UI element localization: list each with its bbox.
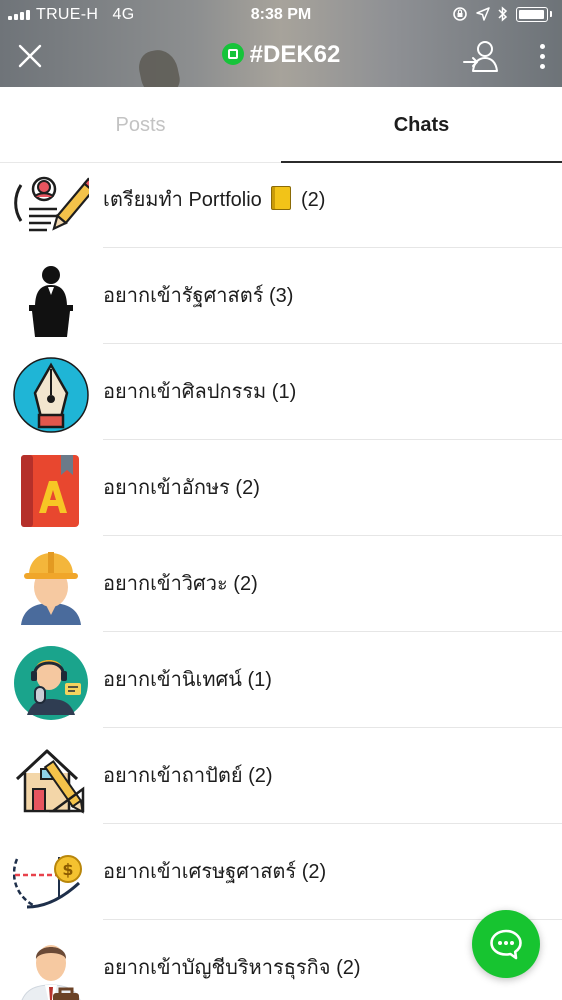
chat-name: อยากเข้าบัญชีบริหารธุรกิจ — [103, 957, 331, 979]
house-design-icon — [15, 744, 88, 814]
chat-name: อยากเข้านิเทศน์ — [103, 669, 242, 691]
list-item-portfolio[interactable]: เตรียมทำ Portfolio (2) — [0, 162, 562, 248]
tab-bar: Posts Chats — [0, 87, 562, 163]
member-count: (2) — [233, 573, 258, 595]
tab-chats[interactable]: Chats — [281, 87, 562, 163]
list-item-arts[interactable]: อยากเข้าอักษร (2) — [0, 440, 562, 536]
orientation-lock-icon — [453, 7, 467, 21]
member-button[interactable] — [462, 38, 500, 74]
member-count: (2) — [300, 189, 326, 211]
chat-name: อยากเข้าเศรษฐศาสตร์ — [103, 861, 297, 883]
list-item-communication-arts[interactable]: อยากเข้านิเทศน์ (1) — [0, 632, 562, 728]
avatar — [13, 357, 89, 433]
member-count: (2) — [336, 957, 361, 979]
chat-title: อยากเข้ารัฐศาสตร์ (3) — [103, 248, 293, 344]
chat-name: อยากเข้าศิลปกรรม — [103, 381, 267, 403]
openchat-badge-icon — [221, 43, 244, 65]
group-header: TRUE-H 4G 8:38 PM #DEK62 — [0, 0, 562, 87]
chat-title: อยากเข้านิเทศน์ (1) — [103, 632, 272, 728]
chat-title: อยากเข้าศิลปกรรม (1) — [103, 344, 296, 440]
chat-title: อยากเข้าวิศวะ (2) — [103, 536, 258, 632]
notebook-icon — [271, 186, 292, 210]
member-count: (2) — [235, 477, 260, 499]
svg-text:$: $ — [62, 860, 73, 879]
member-icon — [463, 41, 498, 72]
avatar — [13, 933, 89, 1000]
chat-bubble-icon — [490, 929, 522, 960]
avatar — [13, 261, 89, 337]
chat-title: อยากเข้าถาปัตย์ (2) — [103, 728, 273, 824]
member-count: (1) — [247, 669, 272, 691]
avatar — [13, 165, 89, 241]
member-count: (1) — [271, 381, 297, 403]
status-bar: TRUE-H 4G 8:38 PM — [0, 4, 562, 26]
new-chat-button[interactable] — [472, 910, 540, 978]
group-title: #DEK62 — [249, 41, 341, 68]
list-item-architecture[interactable]: อยากเข้าถาปัตย์ (2) — [0, 728, 562, 824]
location-arrow-icon — [476, 7, 490, 21]
chat-name: อยากเข้าถาปัตย์ — [103, 765, 243, 787]
avatar: $ — [13, 837, 89, 913]
engineer-helmet-icon — [21, 552, 81, 625]
battery-tip — [550, 11, 552, 17]
broadcaster-microphone-icon — [14, 646, 88, 720]
avatar — [13, 549, 89, 625]
more-dot — [539, 53, 545, 59]
chat-title: อยากเข้าอักษร (2) — [103, 440, 260, 536]
chat-title: เตรียมทำ Portfolio (2) — [103, 162, 325, 248]
chat-title: อยากเข้าเศรษฐศาสตร์ (2) — [103, 824, 326, 920]
bluetooth-icon — [498, 6, 508, 22]
chat-name: อยากเข้ารัฐศาสตร์ — [103, 285, 264, 307]
list-item-political-science[interactable]: อยากเข้ารัฐศาสตร์ (3) — [0, 248, 562, 344]
battery-icon — [516, 6, 548, 22]
chat-list: เตรียมทำ Portfolio (2) อยากเข้ารัฐศาสตร์… — [0, 162, 562, 1000]
businessman-briefcase-icon — [21, 945, 81, 1000]
avatar — [13, 741, 89, 817]
pen-nib-icon — [13, 357, 89, 433]
member-count: (2) — [301, 861, 327, 883]
chat-name: เตรียมทำ Portfolio — [103, 189, 262, 211]
more-vertical-icon — [539, 43, 545, 49]
podium-speaker-icon — [29, 266, 73, 337]
more-options-button[interactable] — [530, 40, 554, 72]
book-letter-a-icon — [21, 455, 79, 527]
economics-coin-icon: $ — [13, 855, 82, 909]
chat-title: อยากเข้าบัญชีบริหารธุรกิจ (2) — [103, 920, 361, 1000]
list-item-fine-arts[interactable]: อยากเข้าศิลปกรรม (1) — [0, 344, 562, 440]
more-dot — [539, 63, 545, 69]
tab-posts[interactable]: Posts — [0, 87, 281, 162]
member-count: (2) — [248, 765, 273, 787]
avatar — [13, 453, 89, 529]
status-icons — [452, 6, 552, 22]
list-item-economics[interactable]: $ อยากเข้าเศรษฐศาสตร์ (2) — [0, 824, 562, 920]
chat-name: อยากเข้าวิศวะ — [103, 573, 228, 595]
resume-pencil-icon — [14, 166, 89, 240]
member-count: (3) — [269, 285, 294, 307]
avatar — [13, 645, 89, 721]
list-item-engineering[interactable]: อยากเข้าวิศวะ (2) — [0, 536, 562, 632]
chat-name: อยากเข้าอักษร — [103, 477, 230, 499]
